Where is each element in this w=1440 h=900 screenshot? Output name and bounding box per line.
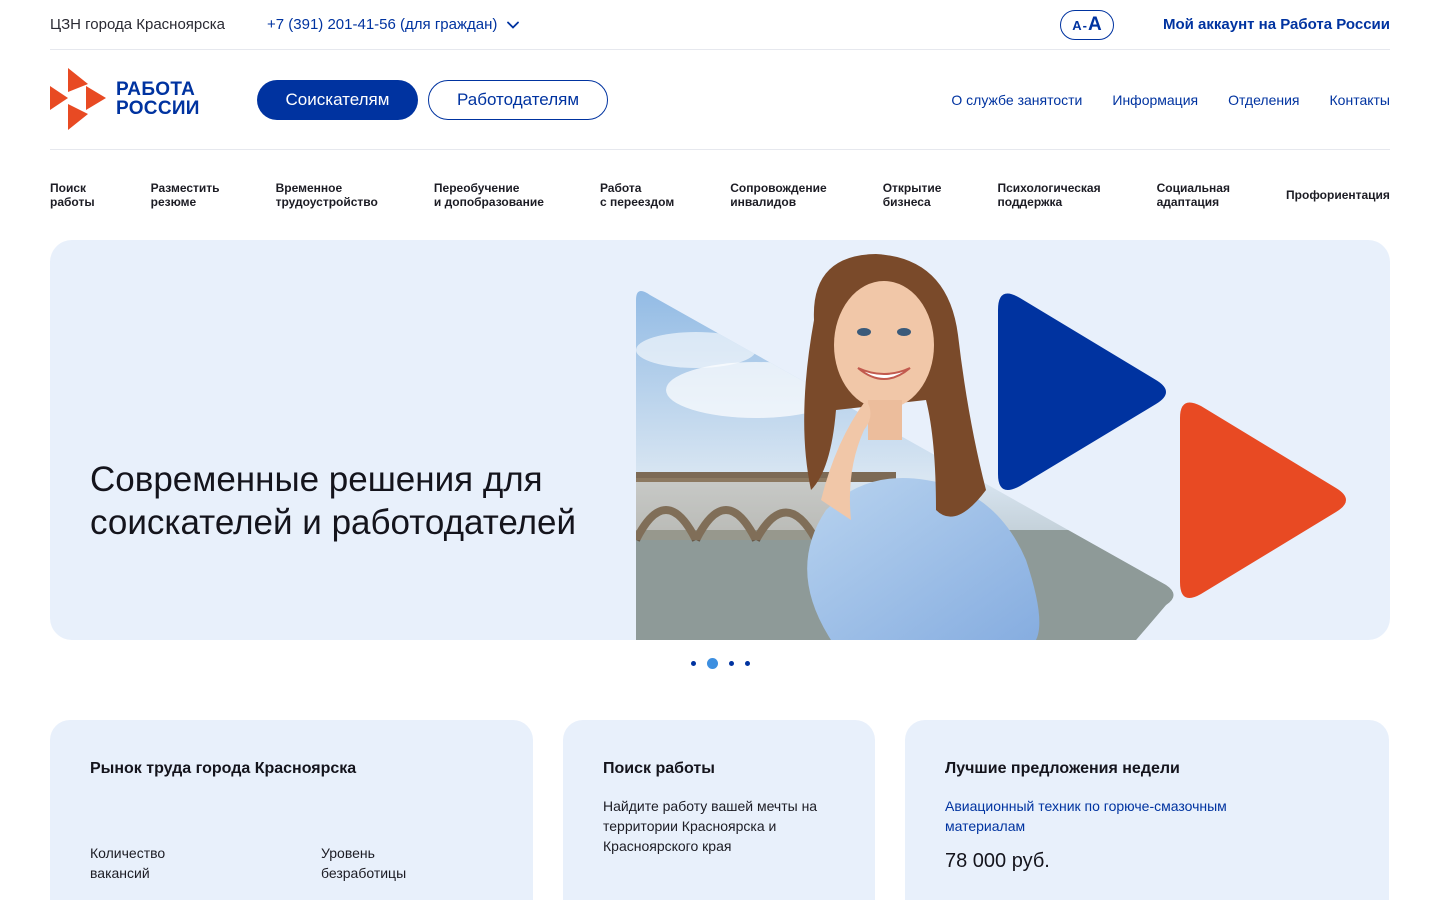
nav-information[interactable]: Информация [1112,92,1198,108]
slider-dot-2[interactable] [706,658,718,669]
phone-selector[interactable]: +7 (391) 201-41-56 (для граждан) [267,16,521,33]
account-link[interactable]: Мой аккаунт на Работа России [1163,16,1390,33]
font-separator: - [1082,17,1087,33]
accessibility-toggle[interactable]: A - A [1060,10,1114,40]
org-name: ЦЗН города Красноярска [50,16,226,33]
font-small-letter: A [1072,17,1082,33]
service-career-guidance[interactable]: Профориентация [1286,188,1390,202]
employers-button[interactable]: Работодателям [428,80,608,120]
unemployment-rate-label: Уровень безработицы [321,845,407,881]
logo[interactable]: РАБОТА РОССИИ [50,68,210,130]
slider-dot-1[interactable] [690,661,696,666]
slider-dot-3[interactable] [728,661,734,666]
best-offers-card: Лучшие предложения недели Авиационный те… [905,720,1389,900]
job-search-card[interactable]: Поиск работы Найдите работу вашей мечты … [563,720,875,900]
nav-about-service[interactable]: О службе занятости [951,92,1082,108]
chevron-down-icon [507,21,520,29]
job-search-text: Найдите работу вашей мечты на территории… [603,798,818,854]
red-triangle-shape [1180,402,1346,598]
service-psychological-support[interactable]: Психологическая поддержка [997,181,1100,209]
phone-number: +7 (391) 201-41-56 (для граждан) [267,16,498,33]
logo-text: РАБОТА РОССИИ [116,80,200,118]
logo-triangles-icon [50,68,106,130]
service-temporary-employment[interactable]: Временное трудоустройство [276,181,378,209]
slider-dots [0,658,1440,669]
service-disability-support[interactable]: Сопровождение инвалидов [730,181,826,209]
logo-line-1: РАБОТА [116,79,196,100]
top-bar: ЦЗН города Красноярска +7 (391) 201-41-5… [50,0,1390,50]
service-retraining[interactable]: Переобучение и допобразование [434,181,544,209]
header-nav: О службе занятости Информация Отделения … [951,92,1390,108]
main-header: РАБОТА РОССИИ Соискателям Работодателям … [50,50,1390,150]
service-relocation-work[interactable]: Работа с переездом [600,181,674,209]
hero-title: Современные решения для соискателей и ра… [90,460,577,542]
vacancies-count-label: Количество вакансий [90,845,166,881]
labor-market-card[interactable]: Рынок труда города Красноярска Количеств… [50,720,533,900]
blue-triangle-shape [998,293,1166,490]
services-nav: Поиск работы Разместить резюме Временное… [50,180,1390,210]
vacancy-salary: 78 000 руб. [945,850,1050,872]
best-offers-title: Лучшие предложения недели [945,760,1180,777]
hero-banner[interactable]: Современные решения для соискателей и ра… [50,240,1390,640]
logo-line-2: РОССИИ [116,98,200,119]
job-search-title: Поиск работы [603,760,715,777]
vacancy-link[interactable]: Авиационный техник по горюче-смазочным м… [945,796,1295,836]
nav-branches[interactable]: Отделения [1228,92,1299,108]
service-business-opening[interactable]: Открытие бизнеса [883,181,942,209]
service-job-search[interactable]: Поиск работы [50,181,95,209]
slider-dot-4[interactable] [744,661,750,666]
service-post-resume[interactable]: Разместить резюме [151,181,220,209]
font-big-letter: A [1088,14,1102,35]
hero-illustration [636,254,1346,640]
nav-contacts[interactable]: Контакты [1330,92,1390,108]
seekers-button[interactable]: Соискателям [257,80,418,120]
labor-market-title: Рынок труда города Красноярска [90,760,357,777]
service-social-adaptation[interactable]: Социальная адаптация [1157,181,1230,209]
